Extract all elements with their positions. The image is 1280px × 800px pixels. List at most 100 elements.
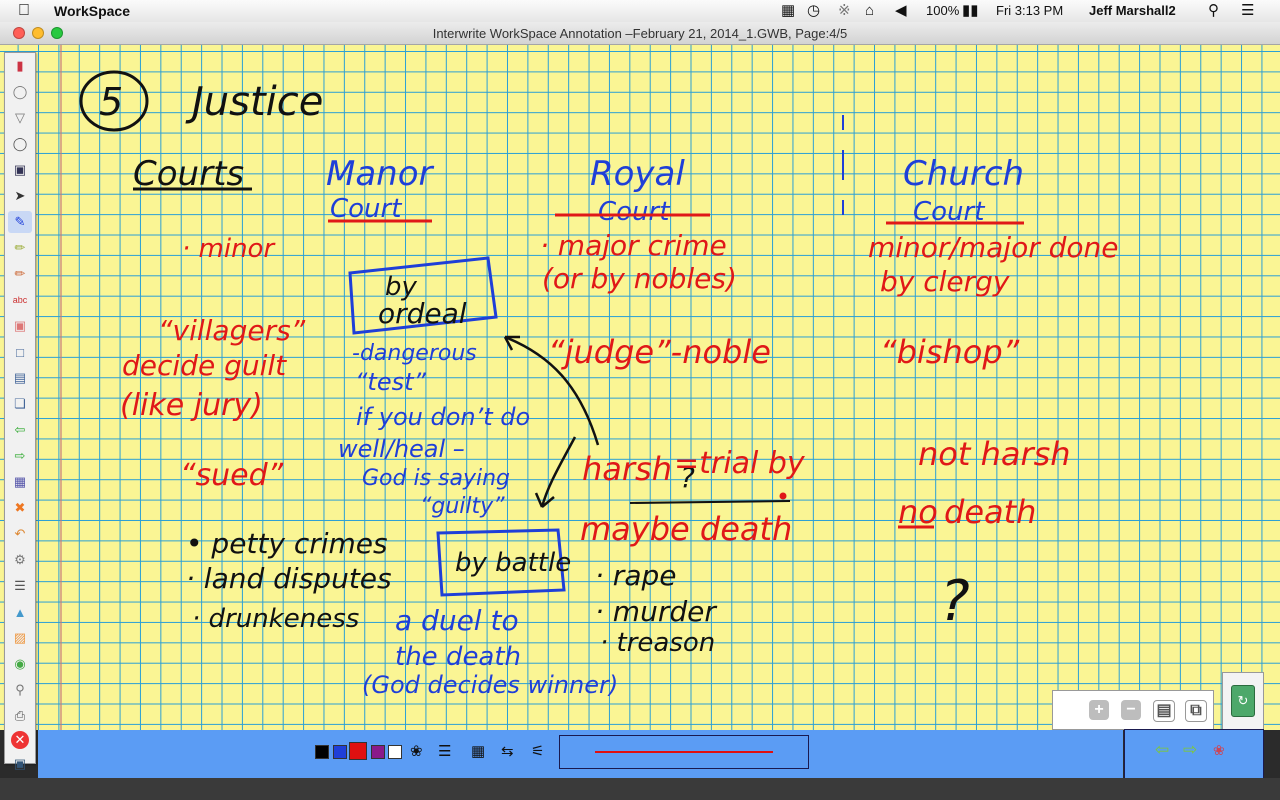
apple-icon[interactable]: 	[18, 2, 30, 20]
zoom-out-button[interactable]: −	[1121, 700, 1141, 720]
arrow-to-battle	[540, 436, 577, 508]
manor-note: · minor	[182, 234, 276, 264]
volume-icon[interactable]: ◀	[895, 2, 907, 20]
church-note: not harsh	[918, 435, 1071, 473]
pencil-icon[interactable]: ✏	[8, 263, 32, 285]
spell-text-icon[interactable]: abc	[8, 289, 32, 311]
shapes-icon[interactable]: ▲	[8, 601, 32, 623]
flashlight-icon[interactable]: ⚲	[8, 679, 32, 701]
spotlight-icon[interactable]: ◉	[8, 653, 32, 675]
window-title-bar: Interwrite WorkSpace Annotation –Februar…	[0, 22, 1280, 45]
tool-palette: ▮ ◯ ▽ ◯ ▣ ➤ ✎ ✏ ✏ abc ▣ □ ▤ ❏ ⇦ ⇨ ▦ ✖ ↶ …	[4, 52, 36, 771]
church-note: minor/major done	[868, 231, 1119, 264]
printer-icon[interactable]: ⎙	[8, 705, 32, 727]
line-preview-stroke	[595, 751, 773, 753]
battery-percent: 100%	[926, 3, 960, 18]
bluetooth-icon[interactable]: ※	[838, 2, 851, 20]
trash-button[interactable]: ↻	[1222, 672, 1264, 730]
flower-icon[interactable]: ❀	[1213, 742, 1225, 759]
ordeal-note: God is saying	[362, 466, 510, 491]
battle-note: the death	[395, 642, 521, 672]
desktop-strip	[0, 778, 1280, 800]
color-swatch-purple[interactable]	[371, 745, 385, 759]
manor-note: decide guilt	[122, 349, 287, 382]
ordeal-note: well/heal –	[338, 435, 465, 463]
ordeal-note: “guilty”	[420, 494, 505, 519]
royal-note: harsh	[582, 450, 672, 488]
trash-icon: ↻	[1231, 685, 1255, 717]
church-title: Church	[903, 154, 1024, 194]
user-menu[interactable]: Jeff Marshall2	[1089, 3, 1176, 18]
battle-box-text: by battle	[455, 548, 571, 578]
highlighter-icon[interactable]: ✏	[8, 237, 32, 259]
color-swatch-blue[interactable]	[333, 745, 347, 759]
screenshot-icon[interactable]: ▣	[8, 753, 32, 775]
list-icon[interactable]: ☰	[1241, 2, 1254, 20]
zoom-panel: + − ▤ ⧉	[1052, 690, 1214, 730]
time-machine-icon[interactable]: ◷	[807, 2, 820, 20]
fill-icon[interactable]: ▦	[471, 742, 485, 760]
copy-page-icon[interactable]: ❏	[8, 393, 32, 415]
previous-page-button[interactable]: ⇦	[1155, 740, 1169, 760]
heading-number: 5	[99, 80, 123, 124]
royal-note: · major crime	[540, 229, 727, 262]
ruler-icon[interactable]: ☰	[8, 575, 32, 597]
undo-icon[interactable]: ↶	[8, 523, 32, 545]
duplicate-button[interactable]: ⧉	[1185, 700, 1207, 722]
clock[interactable]: Fri 3:13 PM	[996, 3, 1063, 18]
menu-circle-icon[interactable]: ◯	[8, 81, 32, 103]
page-sorter-icon[interactable]: ▦	[8, 471, 32, 493]
arrow-style-icon[interactable]: ⇆	[501, 742, 514, 760]
pen-icon[interactable]: ✎	[8, 211, 32, 233]
ink-layer: 5 Justice Courts Manor Court Royal Court…	[79, 70, 1119, 699]
clip-icon[interactable]: ▨	[8, 627, 32, 649]
zoom-in-button[interactable]: +	[1089, 700, 1109, 720]
line-preview[interactable]	[559, 735, 809, 769]
royal-subtitle: Court	[598, 197, 670, 227]
manor-list-item: · land disputes	[186, 562, 392, 595]
lined-page-icon[interactable]: ▤	[8, 367, 32, 389]
eraser-icon[interactable]: ▣	[8, 315, 32, 337]
search-icon[interactable]: ⚲	[1208, 2, 1219, 20]
church-question-mark: ?	[940, 569, 970, 634]
royal-note: (or by nobles)	[542, 262, 737, 295]
workspace-logo-icon[interactable]: ▮	[8, 55, 32, 77]
battery-icon[interactable]: ▮▮	[962, 2, 979, 20]
church-note: death	[944, 493, 1036, 531]
close-tool-icon[interactable]: ✖	[8, 497, 32, 519]
next-page-icon[interactable]: ⇨	[8, 445, 32, 467]
color-swatch-white[interactable]	[388, 745, 402, 759]
exit-icon[interactable]: ✕	[11, 731, 29, 749]
wifi-icon[interactable]: ⌂	[865, 2, 874, 20]
palette-icon[interactable]: ❀	[410, 742, 423, 760]
battle-note: a duel to	[395, 604, 519, 637]
church-note: by clergy	[880, 265, 1010, 298]
page-navigation-panel: ⇦ ⇨ ❀	[1124, 729, 1264, 779]
gear-tool-icon[interactable]: ⚙	[8, 549, 32, 571]
line-width-icon[interactable]: ☰	[438, 742, 451, 760]
battle-note: (God decides winner)	[362, 671, 618, 699]
line-style-icon[interactable]: ⚟	[531, 742, 544, 760]
ordeal-note: if you don’t do	[356, 403, 530, 431]
blank-page-icon[interactable]: □	[8, 341, 32, 363]
mouse-icon[interactable]: ◯	[8, 133, 32, 155]
app-menu[interactable]: WorkSpace	[54, 3, 130, 19]
manor-note: (like jury)	[120, 388, 263, 423]
manor-list-item: · drunkeness	[192, 604, 359, 634]
previous-page-icon[interactable]: ⇦	[8, 419, 32, 441]
menu-bar:  WorkSpace ▦ ◷ ※ ⌂ ◀ 100% ▮▮ Fri 3:13 P…	[0, 0, 1280, 23]
down-circle-icon[interactable]: ▽	[8, 107, 32, 129]
dropbox-icon[interactable]: ▦	[781, 2, 795, 20]
whiteboard-canvas[interactable]: 5 Justice Courts Manor Court Royal Court…	[0, 45, 1280, 730]
window-title: Interwrite WorkSpace Annotation –Februar…	[432, 26, 848, 41]
save-icon[interactable]: ▣	[8, 159, 32, 181]
pointer-icon[interactable]: ➤	[8, 185, 32, 207]
page-view-button[interactable]: ▤	[1153, 700, 1175, 722]
royal-note: =trial by	[674, 446, 806, 481]
next-page-button[interactable]: ⇨	[1183, 740, 1197, 760]
color-swatch-red-selected[interactable]	[349, 742, 367, 760]
manor-title: Manor	[326, 154, 435, 194]
color-swatch-black[interactable]	[315, 745, 329, 759]
royal-list-item: · murder	[595, 595, 717, 628]
manor-note: “villagers”	[158, 314, 306, 347]
